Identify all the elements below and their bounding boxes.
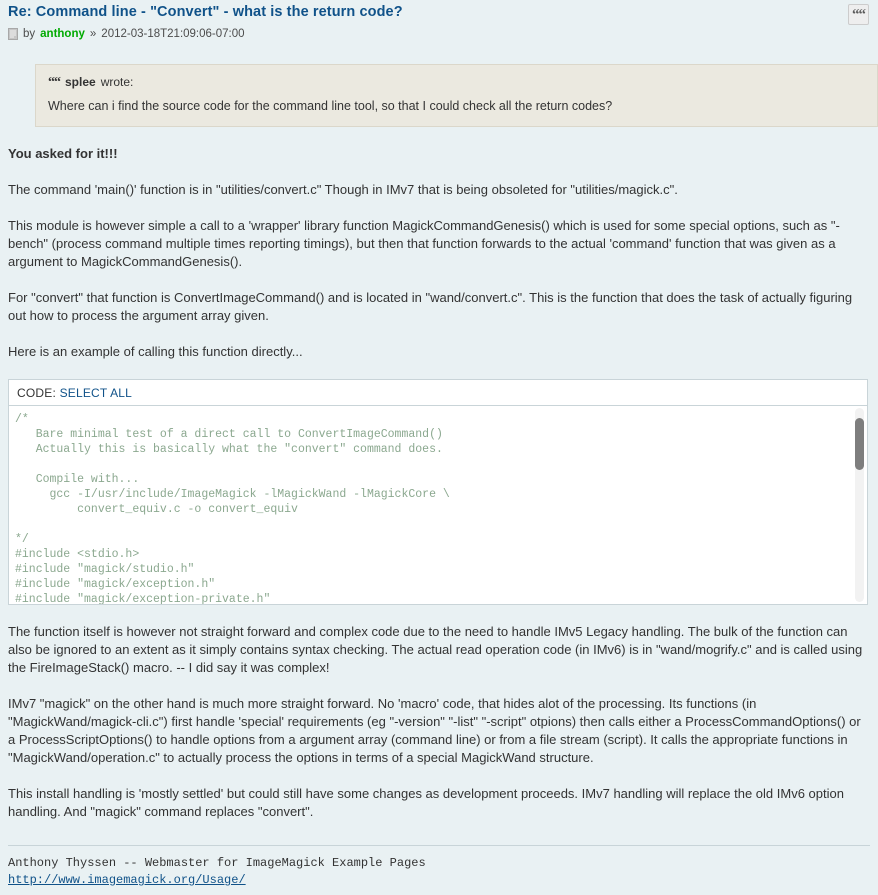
byline-prefix: by <box>23 28 36 40</box>
paragraph-7: IMv7 "magick" on the other hand is much … <box>8 696 861 765</box>
paragraph-6: The function itself is however not strai… <box>8 624 863 675</box>
quote-block: ““ splee wrote: Where can i find the sou… <box>35 64 878 127</box>
paragraph-3: This module is however simple a call to … <box>8 218 840 269</box>
quote-verb: wrote: <box>100 75 134 89</box>
select-all-link[interactable]: SELECT ALL <box>60 386 133 400</box>
paragraph-4: For "convert" that function is ConvertIm… <box>8 290 853 323</box>
paragraph-2: The command 'main()' function is in "uti… <box>8 182 678 197</box>
quote-text: Where can i find the source code for the… <box>48 99 613 113</box>
post-body: You asked for it!!! The command 'main()'… <box>8 145 870 889</box>
post-page-icon <box>8 28 18 40</box>
paragraph-8: This install handling is 'mostly settled… <box>8 786 844 819</box>
quote-author: splee <box>65 75 96 89</box>
code-block-label: CODE: <box>17 386 57 400</box>
code-block-header: CODE: SELECT ALL <box>9 380 867 406</box>
post-header: Re: Command line - "Convert" - what is t… <box>8 0 870 42</box>
code-scrollbar[interactable] <box>855 408 864 602</box>
quote-icon: ““ <box>852 6 866 23</box>
code-scrollbar-thumb[interactable] <box>855 418 864 470</box>
forum-post: Re: Command line - "Convert" - what is t… <box>0 0 878 889</box>
code-block: CODE: SELECT ALL /* Bare minimal test of… <box>8 379 868 605</box>
quote-post-button[interactable]: ““ <box>848 4 869 25</box>
post-byline: by anthony » 2012-03-18T21:09:06-07:00 <box>8 26 870 42</box>
signature-line: Anthony Thyssen -- Webmaster for ImageMa… <box>8 856 426 870</box>
quote-mark-icon: ““ <box>48 75 61 90</box>
paragraph-1: You asked for it!!! <box>8 146 118 161</box>
paragraph-5: Here is an example of calling this funct… <box>8 344 303 359</box>
code-block-body[interactable]: /* Bare minimal test of a direct call to… <box>9 406 867 604</box>
quote-attribution: ““ splee wrote: <box>48 75 865 90</box>
signature-link[interactable]: http://www.imagemagick.org/Usage/ <box>8 873 246 887</box>
page-title: Re: Command line - "Convert" - what is t… <box>8 4 403 20</box>
post-signature: Anthony Thyssen -- Webmaster for ImageMa… <box>8 845 870 889</box>
byline-separator: » <box>89 28 97 40</box>
code-content: /* Bare minimal test of a direct call to… <box>15 413 450 604</box>
post-timestamp: 2012-03-18T21:09:06-07:00 <box>101 28 245 40</box>
post-author-link[interactable]: anthony <box>40 26 85 42</box>
